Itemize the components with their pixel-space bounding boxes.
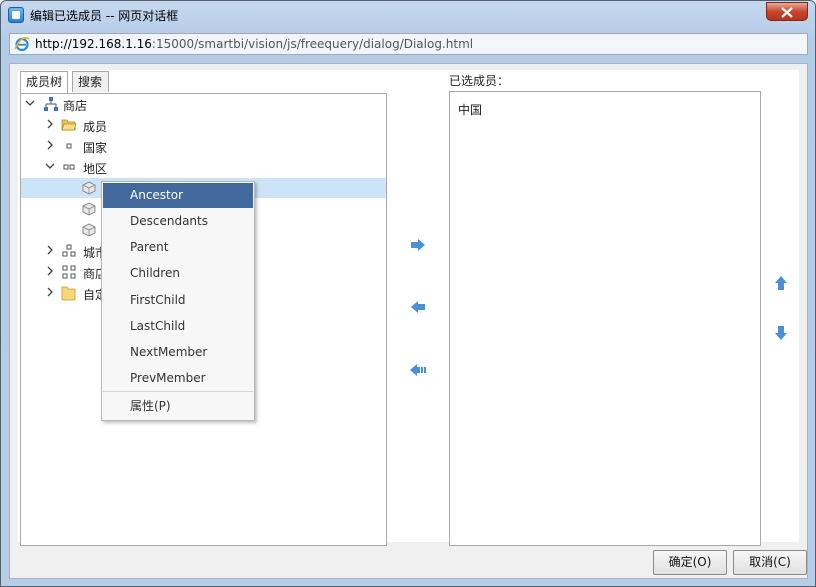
tree-node-region[interactable]: 地区 <box>21 157 386 177</box>
move-down-icon[interactable] <box>774 325 788 341</box>
chevron-right-icon[interactable] <box>45 287 55 297</box>
menu-item-last-child[interactable]: LastChild <box>103 314 253 339</box>
chevron-down-icon[interactable] <box>25 98 35 108</box>
selected-members-label: 已选成员： <box>449 74 510 88</box>
tab-label: 成员树 <box>26 75 63 89</box>
tree-label: 商店 <box>63 99 88 113</box>
menu-item-next-member[interactable]: NextMember <box>103 340 253 365</box>
cancel-button[interactable]: 取消(C) <box>733 550 807 575</box>
chevron-right-icon[interactable] <box>45 266 55 276</box>
move-up-icon[interactable] <box>774 275 788 291</box>
url-path: :15000/smartbi/vision/js/freequery/dialo… <box>151 37 474 51</box>
context-menu: Ancestor Descendants Parent Children Fir… <box>101 181 255 421</box>
tree-node-members[interactable]: 成员 <box>21 115 386 135</box>
ie-icon <box>14 36 30 52</box>
menu-item-descendants[interactable]: Descendants <box>103 209 253 234</box>
close-icon <box>781 7 793 18</box>
tab-label: 搜索 <box>78 75 103 89</box>
level-four-icon <box>62 265 76 279</box>
selected-member-item[interactable]: 中国 <box>458 101 482 118</box>
menu-item-first-child[interactable]: FirstChild <box>103 288 253 313</box>
menu-item-ancestor[interactable]: Ancestor <box>103 183 253 208</box>
selected-members-list[interactable]: 中国 <box>449 91 761 546</box>
chevron-down-icon[interactable] <box>45 161 55 171</box>
member-cube-icon <box>82 223 96 237</box>
tree-label: 国家 <box>83 141 108 155</box>
menu-item-children[interactable]: Children <box>103 261 253 286</box>
remove-arrow-icon[interactable] <box>410 300 426 314</box>
member-cube-icon <box>82 202 96 216</box>
level-two-icon <box>63 164 75 170</box>
chevron-right-icon[interactable] <box>45 119 55 129</box>
tree-node-root[interactable]: 商店 <box>21 94 386 114</box>
folder-open-icon <box>61 119 77 131</box>
chevron-right-icon[interactable] <box>45 245 55 255</box>
folder-icon <box>61 286 76 301</box>
ok-button[interactable]: 确定(O) <box>653 550 727 575</box>
tree-label: 地区 <box>83 162 108 176</box>
address-bar[interactable]: http://192.168.1.16:15000/smartbi/vision… <box>9 33 808 55</box>
url-host: http://192.168.1.16 <box>35 37 152 51</box>
hierarchy-icon <box>44 97 58 111</box>
address-url: http://192.168.1.16:15000/smartbi/vision… <box>35 37 473 51</box>
close-button[interactable] <box>766 2 808 21</box>
tree-node-country[interactable]: 国家 <box>21 136 386 156</box>
level-one-icon <box>66 143 72 149</box>
remove-all-arrow-icon[interactable] <box>409 363 427 377</box>
window-title: 编辑已选成员 -- 网页对话框 <box>30 9 179 23</box>
menu-item-properties[interactable]: 属性(P) <box>103 394 253 419</box>
tab-search[interactable]: 搜索 <box>72 71 109 92</box>
tab-member-tree[interactable]: 成员树 <box>20 71 68 93</box>
tree-label: 成员 <box>83 120 108 134</box>
menu-item-prev-member[interactable]: PrevMember <box>103 366 253 391</box>
app-icon <box>8 7 24 23</box>
title-bar: 编辑已选成员 -- 网页对话框 <box>1 1 815 29</box>
menu-separator <box>103 391 253 392</box>
menu-item-parent[interactable]: Parent <box>103 235 253 260</box>
chevron-right-icon[interactable] <box>45 140 55 150</box>
member-cube-icon <box>82 181 96 195</box>
level-three-icon <box>62 244 76 257</box>
add-arrow-icon[interactable] <box>410 238 426 252</box>
